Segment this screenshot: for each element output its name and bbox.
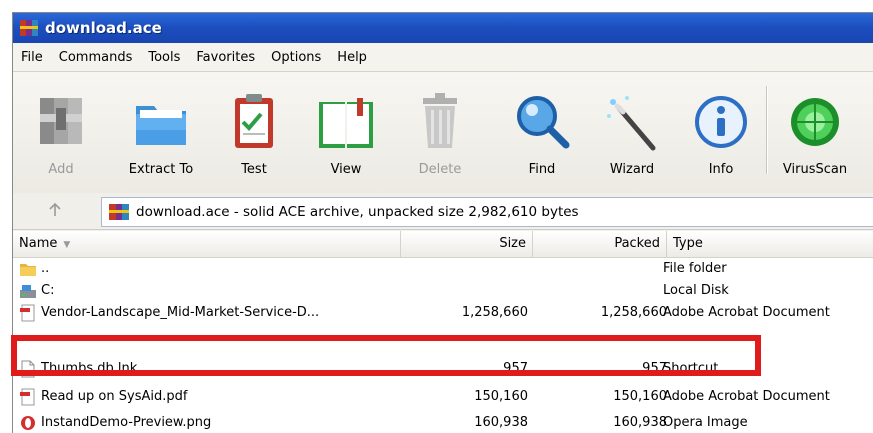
delete-label: Delete (418, 162, 462, 177)
virus-scan-button[interactable]: VirusScan (773, 76, 857, 184)
file-size: 150,160 (474, 389, 528, 404)
address-bar: download.ace - solid ACE archive, unpack… (13, 193, 873, 230)
table-row[interactable]: .. File folder (13, 258, 873, 280)
info-icon (695, 96, 747, 148)
column-type-label: Type (673, 236, 703, 251)
find-magnifier-icon (517, 96, 570, 149)
find-button[interactable]: Find (500, 76, 584, 184)
test-label: Test (241, 162, 267, 177)
info-button[interactable]: Info (679, 76, 763, 184)
path-field[interactable]: download.ace - solid ACE archive, unpack… (101, 197, 873, 227)
file-packed: 1,258,660 (600, 305, 667, 320)
file-packed (533, 280, 667, 302)
wizard-label: Wizard (609, 162, 655, 177)
table-row[interactable]: Vendor-Landscape_Mid-Market-Service-D...… (13, 302, 873, 324)
toolbar-separator (766, 86, 768, 174)
wizard-wand-icon (607, 96, 656, 151)
file-name: InstandDemo-Preview.png (41, 415, 212, 430)
file-packed: 957 (642, 361, 667, 376)
file-type: Adobe Acrobat Document (663, 305, 830, 320)
file-packed (533, 258, 667, 280)
table-row[interactable]: Thumbs.db.lnk 957 957 Shortcut (13, 358, 873, 380)
menu-help[interactable]: Help (329, 50, 375, 65)
table-row[interactable]: Read up on SysAid.pdf 150,160 150,160 Ad… (13, 386, 873, 408)
add-label: Add (48, 162, 74, 177)
extract-folder-icon (136, 106, 186, 145)
column-name-label: Name (19, 236, 58, 251)
file-type: Local Disk (663, 283, 729, 298)
wizard-button[interactable]: Wizard (590, 76, 674, 184)
virus-scan-icon (791, 98, 839, 146)
up-arrow-icon (49, 202, 61, 216)
file-packed: 150,160 (613, 389, 667, 404)
file-name: Thumbs.db.lnk (41, 361, 138, 376)
add-archive-icon (40, 98, 82, 144)
menu-bar: File Commands Tools Favorites Options He… (13, 43, 873, 72)
file-size: 957 (503, 361, 528, 376)
row-name-cell: Read up on SysAid.pdf (19, 386, 404, 408)
test-button[interactable]: Test (212, 76, 296, 184)
test-clipboard-icon (235, 94, 273, 148)
extract-to-label: Extract To (128, 162, 194, 177)
column-size[interactable]: Size (401, 231, 533, 257)
pdf-file-icon (20, 388, 35, 406)
pdf-file-icon (20, 304, 35, 322)
file-name: Read up on SysAid.pdf (41, 389, 188, 404)
local-disk-icon (20, 285, 36, 298)
folder-icon (20, 264, 36, 276)
column-name[interactable]: Name ▼ (13, 231, 401, 257)
up-button[interactable] (15, 195, 95, 225)
row-name-cell: Thumbs.db.lnk (19, 358, 404, 380)
file-size (401, 280, 528, 302)
column-packed-label: Packed (614, 236, 660, 251)
list-header: Name ▼ Size Packed Type (13, 231, 873, 258)
winrar-app-icon (20, 20, 38, 36)
delete-trash-icon (423, 93, 457, 148)
file-type: Shortcut (663, 361, 719, 376)
menu-favorites[interactable]: Favorites (188, 50, 263, 65)
column-packed[interactable]: Packed (533, 231, 667, 257)
title-bar[interactable]: download.ace (13, 13, 873, 43)
menu-file[interactable]: File (13, 50, 51, 65)
file-name: Vendor-Landscape_Mid-Market-Service-D... (41, 305, 320, 320)
table-row[interactable]: InstandDemo-Preview.png 160,938 160,938 … (13, 412, 873, 433)
info-label: Info (708, 162, 734, 177)
row-name-cell: InstandDemo-Preview.png (19, 412, 404, 433)
view-book-icon (319, 98, 373, 148)
blank-file-icon (21, 360, 35, 378)
column-type[interactable]: Type (667, 231, 873, 257)
file-list: Name ▼ Size Packed Type .. File folder C… (13, 231, 873, 433)
file-type: Opera Image (663, 415, 748, 430)
file-packed: 160,938 (613, 415, 667, 430)
row-name-cell: C: (19, 280, 404, 302)
table-row[interactable]: C: Local Disk (13, 280, 873, 302)
extract-to-button[interactable]: Extract To (119, 76, 203, 184)
path-text: download.ace - solid ACE archive, unpack… (136, 204, 579, 220)
row-name-cell: .. (19, 258, 404, 280)
virus-scan-label: VirusScan (782, 162, 848, 177)
delete-button[interactable]: Delete (398, 76, 482, 184)
window-title: download.ace (45, 19, 162, 37)
view-label: View (330, 162, 362, 177)
file-size (401, 258, 528, 280)
file-size: 160,938 (474, 415, 528, 430)
file-type: Adobe Acrobat Document (663, 389, 830, 404)
toolbar: Add Extract To Test View Delete Find Wiz… (13, 72, 873, 203)
opera-image-icon (21, 416, 35, 430)
find-label: Find (528, 162, 556, 177)
file-size: 1,258,660 (461, 305, 528, 320)
column-size-label: Size (499, 236, 526, 251)
row-name-cell: Vendor-Landscape_Mid-Market-Service-D... (19, 302, 404, 324)
file-type: File folder (663, 261, 727, 276)
archive-file-icon (109, 204, 129, 220)
file-name: C: (41, 283, 55, 298)
archive-window: download.ace File Commands Tools Favorit… (12, 12, 873, 433)
menu-tools[interactable]: Tools (140, 50, 188, 65)
add-button[interactable]: Add (19, 76, 103, 184)
menu-commands[interactable]: Commands (51, 50, 141, 65)
file-name: .. (41, 261, 50, 276)
menu-options[interactable]: Options (263, 50, 329, 65)
sort-down-icon: ▼ (63, 240, 71, 250)
view-button[interactable]: View (304, 76, 388, 184)
